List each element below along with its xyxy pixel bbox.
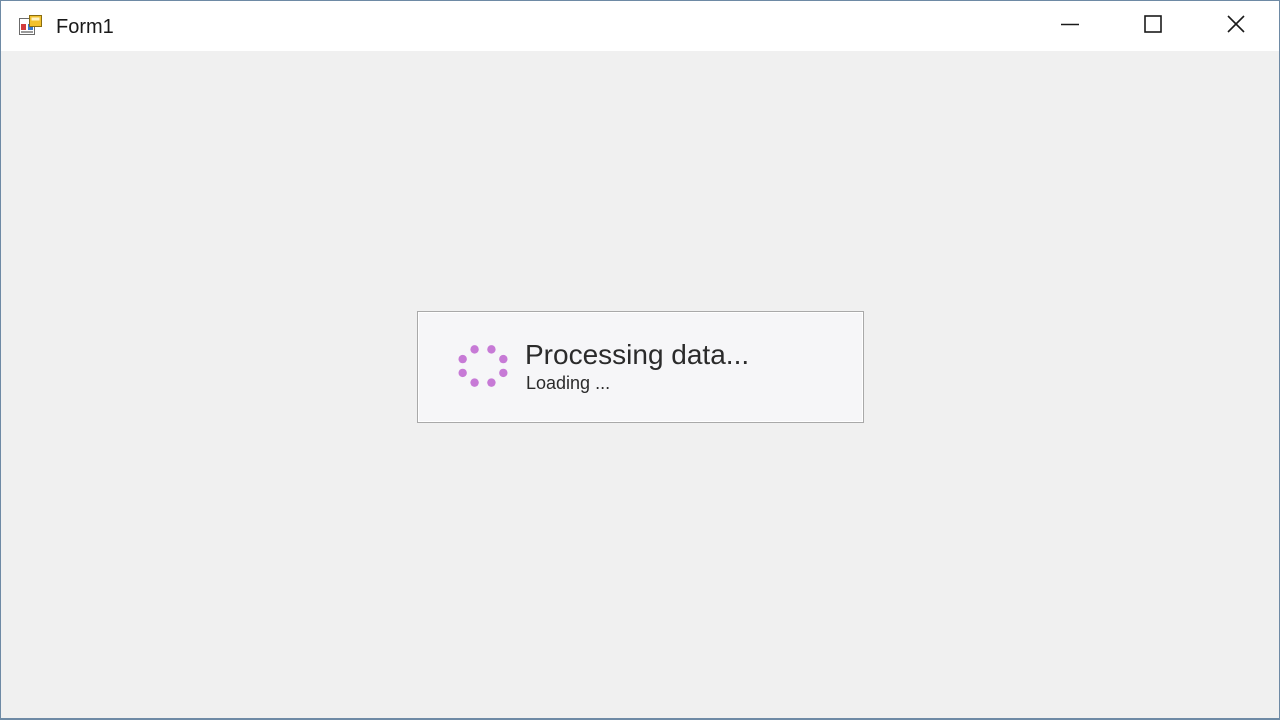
spinner-dot [487, 378, 496, 387]
form-app-icon[interactable] [19, 15, 43, 37]
maximize-button[interactable] [1112, 1, 1194, 51]
close-icon [1226, 14, 1246, 39]
spinner-dot [499, 354, 508, 364]
window-title: Form1 [56, 16, 114, 38]
minimize-button[interactable] [1029, 1, 1111, 51]
spinner-dot [458, 354, 467, 364]
title-bar[interactable]: Form1 [1, 1, 1279, 51]
spinner-dot [470, 345, 479, 354]
minimize-icon [1060, 14, 1080, 39]
maximize-icon [1143, 14, 1163, 39]
progress-description: Loading ... [526, 373, 611, 393]
app-window: Form1 Processing data... Loading ... [0, 0, 1280, 720]
spinner-dot [487, 345, 496, 354]
spinner-dot [458, 368, 467, 378]
close-button[interactable] [1195, 1, 1277, 51]
loading-spinner-icon [456, 342, 512, 390]
spinner-dot [470, 378, 479, 387]
spinner-dot [499, 368, 508, 378]
progress-caption: Processing data... [525, 339, 750, 370]
